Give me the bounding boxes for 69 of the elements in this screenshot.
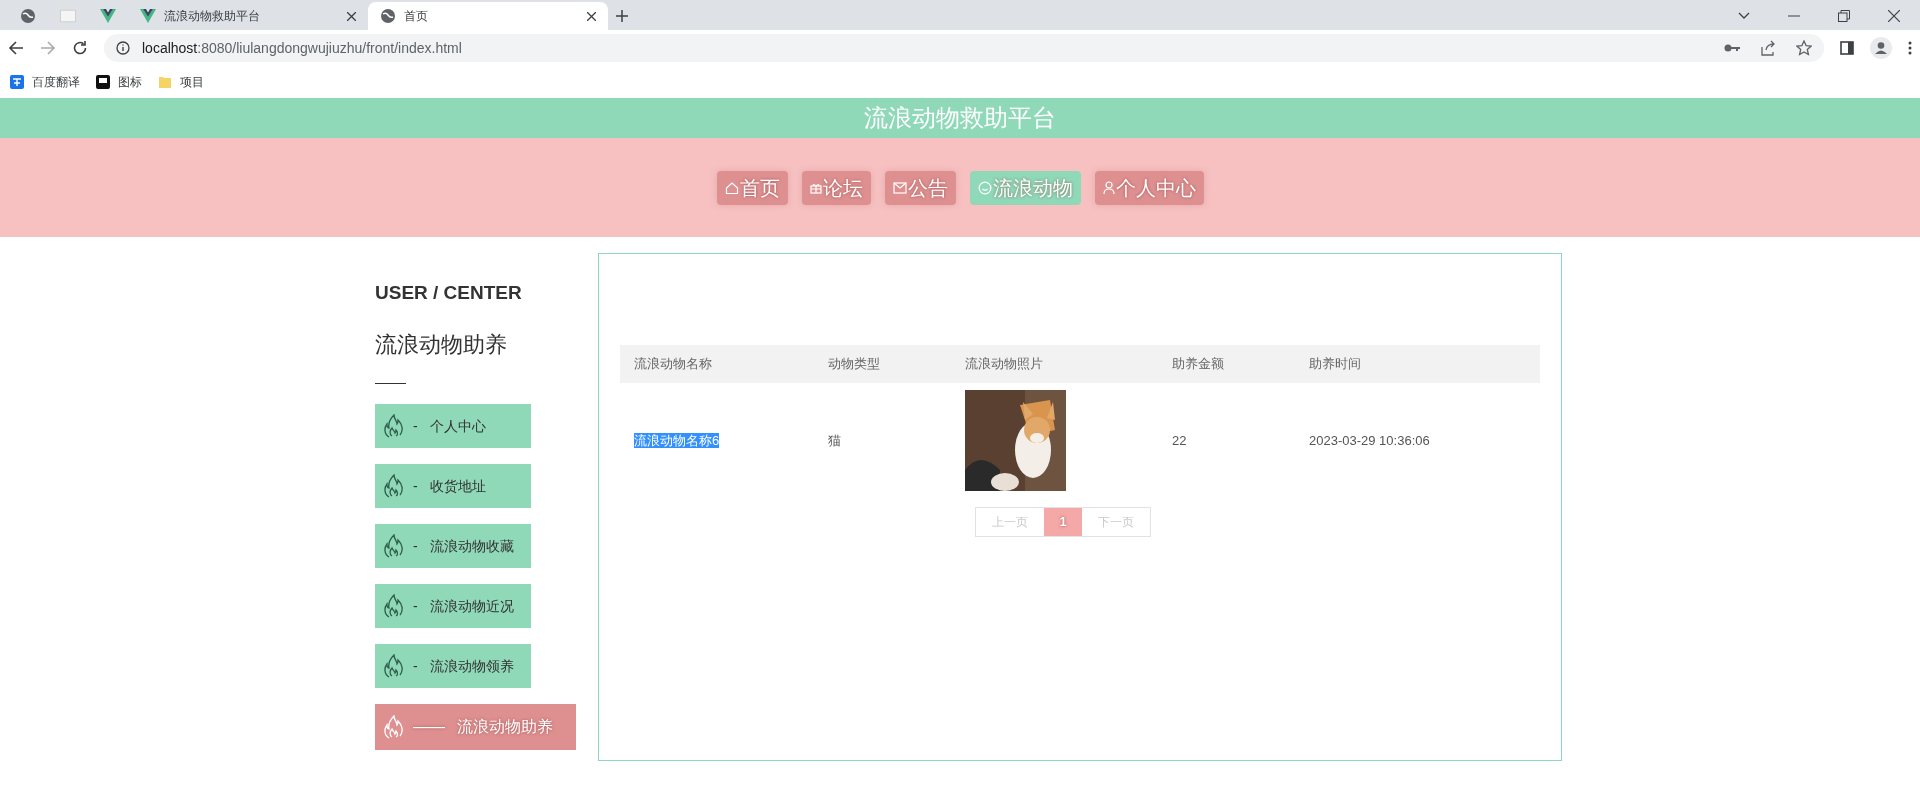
bookmark[interactable]: 图标 (96, 73, 142, 91)
reload-icon[interactable] (72, 40, 88, 56)
site-title: 流浪动物救助平台 (864, 103, 1056, 133)
dash-mark: - (413, 476, 418, 496)
flame-icon (383, 715, 405, 739)
sidebar-item[interactable]: - 个人中心 (375, 404, 531, 448)
flame-icon (383, 654, 405, 678)
address-bar[interactable]: localhost:8080/liulangdongwujiuzhu/front/index.html (104, 34, 1824, 62)
sidebar-item-label: 收货地址 (429, 476, 486, 496)
gift-icon (809, 181, 822, 194)
chevron-down-icon[interactable] (1738, 12, 1750, 20)
column-header: 流浪动物名称 (634, 355, 713, 374)
flame-icon (383, 594, 405, 618)
mail-icon (892, 181, 907, 194)
sidebar-item[interactable]: - 流浪动物收藏 (375, 524, 531, 568)
table-cell: 流浪动物名称6 (634, 432, 720, 448)
table-cell-text: 2023-03-29 10:36:06 (1309, 431, 1431, 450)
flame-icon (383, 414, 405, 438)
sidebar-item-label: 流浪动物收藏 (429, 536, 514, 556)
table-cell-text: 猫 (828, 431, 842, 450)
bookmark[interactable]: 项目 (158, 73, 204, 91)
dash-mark: - (413, 536, 418, 556)
info-icon (116, 41, 130, 55)
sidebar-item[interactable]: - 流浪动物近况 (375, 584, 531, 628)
flag-icon (96, 75, 110, 89)
key-icon[interactable] (1724, 43, 1740, 53)
browser-tab[interactable]: 流浪动物救助平台 (128, 2, 368, 30)
close-icon[interactable] (347, 11, 356, 21)
sidebar-item-label: 个人中心 (429, 416, 486, 436)
dash-mark: - (413, 656, 418, 676)
dash-mark: - (413, 416, 418, 436)
page-icon (60, 9, 76, 23)
sidebar-item[interactable]: - 流浪动物领养 (375, 644, 531, 688)
v-logo-icon (140, 9, 156, 23)
column-header: 助养时间 (1309, 355, 1362, 374)
bookmark[interactable]: 百度翻译 (10, 73, 80, 91)
profile-icon[interactable] (1870, 37, 1892, 59)
column-header: 流浪动物照片 (965, 355, 1044, 374)
sidebar-item-label: 流浪动物近况 (429, 596, 514, 616)
sidebar-item-label: 流浪动物领养 (429, 656, 514, 676)
restore-icon[interactable] (1838, 10, 1850, 22)
dash-mark: - (413, 596, 418, 616)
folder-icon (158, 75, 172, 89)
sidebar-subtitle: 流浪动物助养 (375, 331, 508, 359)
close-icon[interactable] (1888, 10, 1900, 22)
table-cell-text: 22 (1172, 431, 1188, 450)
more-icon[interactable] (1908, 41, 1912, 55)
column-header: 助养金额 (1172, 355, 1225, 374)
globe-icon (380, 8, 396, 24)
sidebar-heading: USER / CENTER (375, 283, 523, 302)
globe-icon (20, 8, 36, 24)
back-icon[interactable] (8, 40, 24, 56)
user-icon (1102, 180, 1115, 195)
browser-tab[interactable]: 首页 (368, 2, 608, 30)
star-icon[interactable] (1796, 40, 1812, 56)
column-header: 动物类型 (828, 355, 881, 374)
share-icon[interactable] (1760, 40, 1776, 56)
sidebar-item[interactable]: - 收货地址 (375, 464, 531, 508)
side-panel-icon[interactable] (1840, 41, 1854, 55)
close-icon[interactable] (587, 11, 596, 21)
v-logo-icon (100, 9, 116, 23)
flame-icon (383, 534, 405, 558)
new-tab-icon[interactable] (616, 10, 628, 22)
translate-icon (10, 75, 24, 89)
smile-icon (977, 180, 992, 195)
dash-mark: —— (413, 717, 445, 737)
flame-icon (383, 474, 405, 498)
sidebar-item-label: 流浪动物助养 (457, 717, 553, 737)
home-icon (724, 180, 739, 195)
